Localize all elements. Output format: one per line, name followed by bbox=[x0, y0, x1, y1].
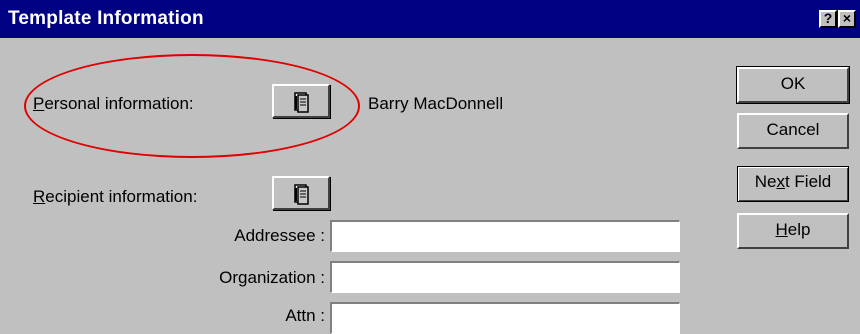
recipient-information-label: Recipient information: bbox=[33, 187, 198, 206]
ok-button[interactable]: OK bbox=[736, 66, 850, 104]
recipient-address-book-button[interactable] bbox=[272, 176, 330, 210]
organization-label: Organization : bbox=[219, 268, 325, 287]
attn-input[interactable] bbox=[330, 302, 680, 334]
window-title: Template Information bbox=[8, 8, 204, 29]
addressee-input[interactable] bbox=[330, 220, 680, 252]
organization-input[interactable] bbox=[330, 261, 680, 293]
cancel-button[interactable]: Cancel bbox=[737, 113, 849, 149]
personal-name-value: Barry MacDonnell bbox=[368, 94, 504, 113]
highlight-oval bbox=[24, 54, 360, 158]
title-bar: Template Information ? × bbox=[0, 0, 860, 38]
help-button[interactable]: Help bbox=[737, 213, 849, 249]
addressee-label: Addressee : bbox=[234, 226, 325, 245]
address-book-icon bbox=[294, 184, 309, 205]
help-title-button[interactable]: ? bbox=[819, 10, 837, 28]
next-field-button[interactable]: Next Field bbox=[737, 166, 849, 202]
attn-label: Attn : bbox=[285, 306, 325, 325]
close-title-button[interactable]: × bbox=[838, 10, 856, 28]
